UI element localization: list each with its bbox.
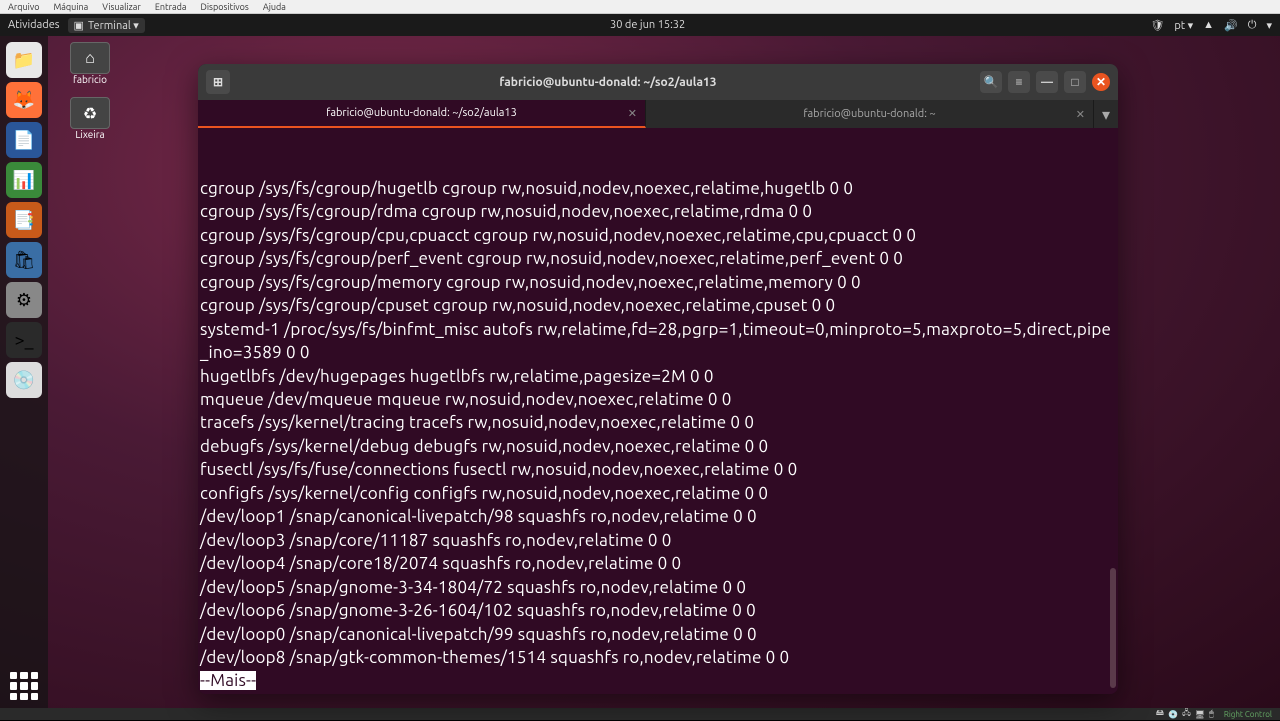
terminal-line: /dev/loop8 /snap/gtk-common-themes/1514 … <box>200 646 1116 669</box>
terminal-line: cgroup /sys/fs/cgroup/cpu,cpuacct cgroup… <box>200 224 1116 247</box>
terminal-line: systemd-1 /proc/sys/fs/binfmt_misc autof… <box>200 318 1116 365</box>
menu-button[interactable]: ≡ <box>1008 71 1030 93</box>
desktop-icon-lixeira[interactable]: ♻Lixeira <box>60 97 120 140</box>
app-menu-button[interactable]: ▣ Terminal ▾ <box>68 18 145 33</box>
power-icon[interactable]: ⏻ <box>1248 19 1257 32</box>
language-indicator[interactable]: pt ▾ <box>1174 19 1193 32</box>
tab-close-icon[interactable]: ✕ <box>628 107 637 120</box>
terminal-line: /dev/loop0 /snap/canonical-livepatch/99 … <box>200 623 1116 646</box>
desktop-icon-label: fabricio <box>73 74 107 85</box>
vm-menu-file[interactable]: Arquivo <box>8 2 39 12</box>
terminal-output[interactable]: cgroup /sys/fs/cgroup/hugetlb cgroup rw,… <box>198 128 1118 694</box>
vm-menu-devices[interactable]: Dispositivos <box>201 2 249 12</box>
terminal-line: tracefs /sys/kernel/tracing tracefs rw,n… <box>200 411 1116 434</box>
folder-icon: ♻ <box>70 97 110 129</box>
window-title: fabricio@ubuntu-donald: ~/so2/aula13 <box>236 76 980 89</box>
terminal-line: cgroup /sys/fs/cgroup/cpuset cgroup rw,n… <box>200 294 1116 317</box>
vm-indicator-icon[interactable]: 💿 <box>1168 710 1178 719</box>
terminal-line: /dev/loop5 /snap/gnome-3-34-1804/72 squa… <box>200 576 1116 599</box>
minimize-icon: — <box>1041 76 1053 89</box>
vm-host-key: Right Control <box>1224 710 1272 719</box>
terminal-line: cgroup /sys/fs/cgroup/rdma cgroup rw,nos… <box>200 200 1116 223</box>
terminal-line: /dev/loop4 /snap/core18/2074 squashfs ro… <box>200 552 1116 575</box>
tab-label: fabricio@ubuntu-donald: ~ <box>803 108 935 120</box>
desktop: 📁 🦊 📄 📊 📑 🛍 ⚙ >_ 💿 ⌂fabricio ♻Lixeira ⊞ fabricio@… <box>0 36 1280 708</box>
vm-menu-input[interactable]: Entrada <box>155 2 187 12</box>
dock-item-disc[interactable]: 💿 <box>6 362 42 398</box>
maximize-button[interactable]: □ <box>1064 71 1086 93</box>
tab-close-icon[interactable]: ✕ <box>1076 108 1085 121</box>
vm-menu-machine[interactable]: Máquina <box>53 2 88 12</box>
terminal-line: cgroup /sys/fs/cgroup/perf_event cgroup … <box>200 247 1116 270</box>
app-menu-label: Terminal ▾ <box>88 19 139 32</box>
show-applications-button[interactable] <box>10 672 38 700</box>
vm-host-statusbar: 🖴 💿 🖧 🖥 🖱 Right Control <box>0 708 1280 720</box>
terminal-line: /dev/loop1 /snap/canonical-livepatch/98 … <box>200 505 1116 528</box>
volume-icon[interactable]: 🔊 <box>1224 19 1238 32</box>
gnome-topbar: Atividades ▣ Terminal ▾ 30 de jun 15:32 … <box>0 14 1280 36</box>
terminal-line: configfs /sys/kernel/config configfs rw,… <box>200 482 1116 505</box>
minimize-button[interactable]: — <box>1036 71 1058 93</box>
network-icon[interactable]: ▲ <box>1203 19 1214 31</box>
close-button[interactable]: ✕ <box>1092 73 1110 91</box>
search-icon: 🔍 <box>984 75 999 89</box>
hamburger-icon: ≡ <box>1015 75 1022 89</box>
terminal-window: ⊞ fabricio@ubuntu-donald: ~/so2/aula13 🔍… <box>198 64 1118 694</box>
dock: 📁 🦊 📄 📊 📑 🛍 ⚙ >_ 💿 <box>0 36 48 708</box>
dock-item-settings[interactable]: ⚙ <box>6 282 42 318</box>
vm-indicator-icon[interactable]: 🖴 <box>1156 707 1164 721</box>
tab-dropdown-button[interactable]: ▾ <box>1094 100 1118 128</box>
vm-indicator-icon[interactable]: 🖧 <box>1182 707 1191 721</box>
dock-item-terminal[interactable]: >_ <box>6 322 42 358</box>
dock-item-software[interactable]: 🛍 <box>6 242 42 278</box>
terminal-line: cgroup /sys/fs/cgroup/hugetlb cgroup rw,… <box>200 177 1116 200</box>
terminal-tab[interactable]: fabricio@ubuntu-donald: ~ ✕ <box>646 100 1094 128</box>
desktop-icon-label: Lixeira <box>75 129 104 140</box>
vm-menu-help[interactable]: Ajuda <box>263 2 286 12</box>
terminal-icon: ▣ <box>74 19 84 32</box>
terminal-line: debugfs /sys/kernel/debug debugfs rw,nos… <box>200 435 1116 458</box>
vm-host-menubar[interactable]: Arquivo Máquina Visualizar Entrada Dispo… <box>0 0 1280 14</box>
terminal-line: /dev/loop3 /snap/core/11187 squashfs ro,… <box>200 529 1116 552</box>
search-button[interactable]: 🔍 <box>980 71 1002 93</box>
system-menu-chevron-icon[interactable]: ▾ <box>1266 19 1272 32</box>
dock-item-firefox[interactable]: 🦊 <box>6 82 42 118</box>
vm-menu-view[interactable]: Visualizar <box>102 2 141 12</box>
terminal-titlebar[interactable]: ⊞ fabricio@ubuntu-donald: ~/so2/aula13 🔍… <box>198 64 1118 100</box>
dock-item-files[interactable]: 📁 <box>6 42 42 78</box>
desktop-icons-area: ⌂fabricio ♻Lixeira <box>60 42 120 140</box>
tab-label: fabricio@ubuntu-donald: ~/so2/aula13 <box>326 107 517 119</box>
dock-item-impress[interactable]: 📑 <box>6 202 42 238</box>
pager-more-prompt[interactable]: --Mais-- <box>200 671 256 690</box>
terminal-line: cgroup /sys/fs/cgroup/memory cgroup rw,n… <box>200 271 1116 294</box>
dock-item-word[interactable]: 📄 <box>6 122 42 158</box>
terminal-tab[interactable]: fabricio@ubuntu-donald: ~/so2/aula13 ✕ <box>198 100 646 128</box>
folder-icon: ⌂ <box>70 42 110 74</box>
terminal-tabstrip: fabricio@ubuntu-donald: ~/so2/aula13✕fab… <box>198 100 1118 128</box>
vm-indicator-icon[interactable]: 🖱 <box>1209 709 1214 719</box>
terminal-line: /dev/loop6 /snap/gnome-3-26-1604/102 squ… <box>200 599 1116 622</box>
new-tab-button[interactable]: ⊞ <box>206 70 230 94</box>
terminal-line: mqueue /dev/mqueue mqueue rw,nosuid,node… <box>200 388 1116 411</box>
clock[interactable]: 30 de jun 15:32 <box>145 19 1151 31</box>
terminal-scrollbar[interactable] <box>1110 568 1116 688</box>
desktop-icon-fabricio[interactable]: ⌂fabricio <box>60 42 120 85</box>
close-icon: ✕ <box>1096 75 1106 89</box>
dock-item-calc[interactable]: 📊 <box>6 162 42 198</box>
vm-indicator-icon[interactable]: 🖥 <box>1195 710 1205 719</box>
maximize-icon: □ <box>1071 75 1078 89</box>
new-tab-icon: ⊞ <box>213 75 223 89</box>
notification-icon[interactable]: 🛡 <box>1150 19 1164 32</box>
terminal-line: fusectl /sys/fs/fuse/connections fusectl… <box>200 458 1116 481</box>
terminal-line: hugetlbfs /dev/hugepages hugetlbfs rw,re… <box>200 365 1116 388</box>
activities-button[interactable]: Atividades <box>8 19 60 31</box>
